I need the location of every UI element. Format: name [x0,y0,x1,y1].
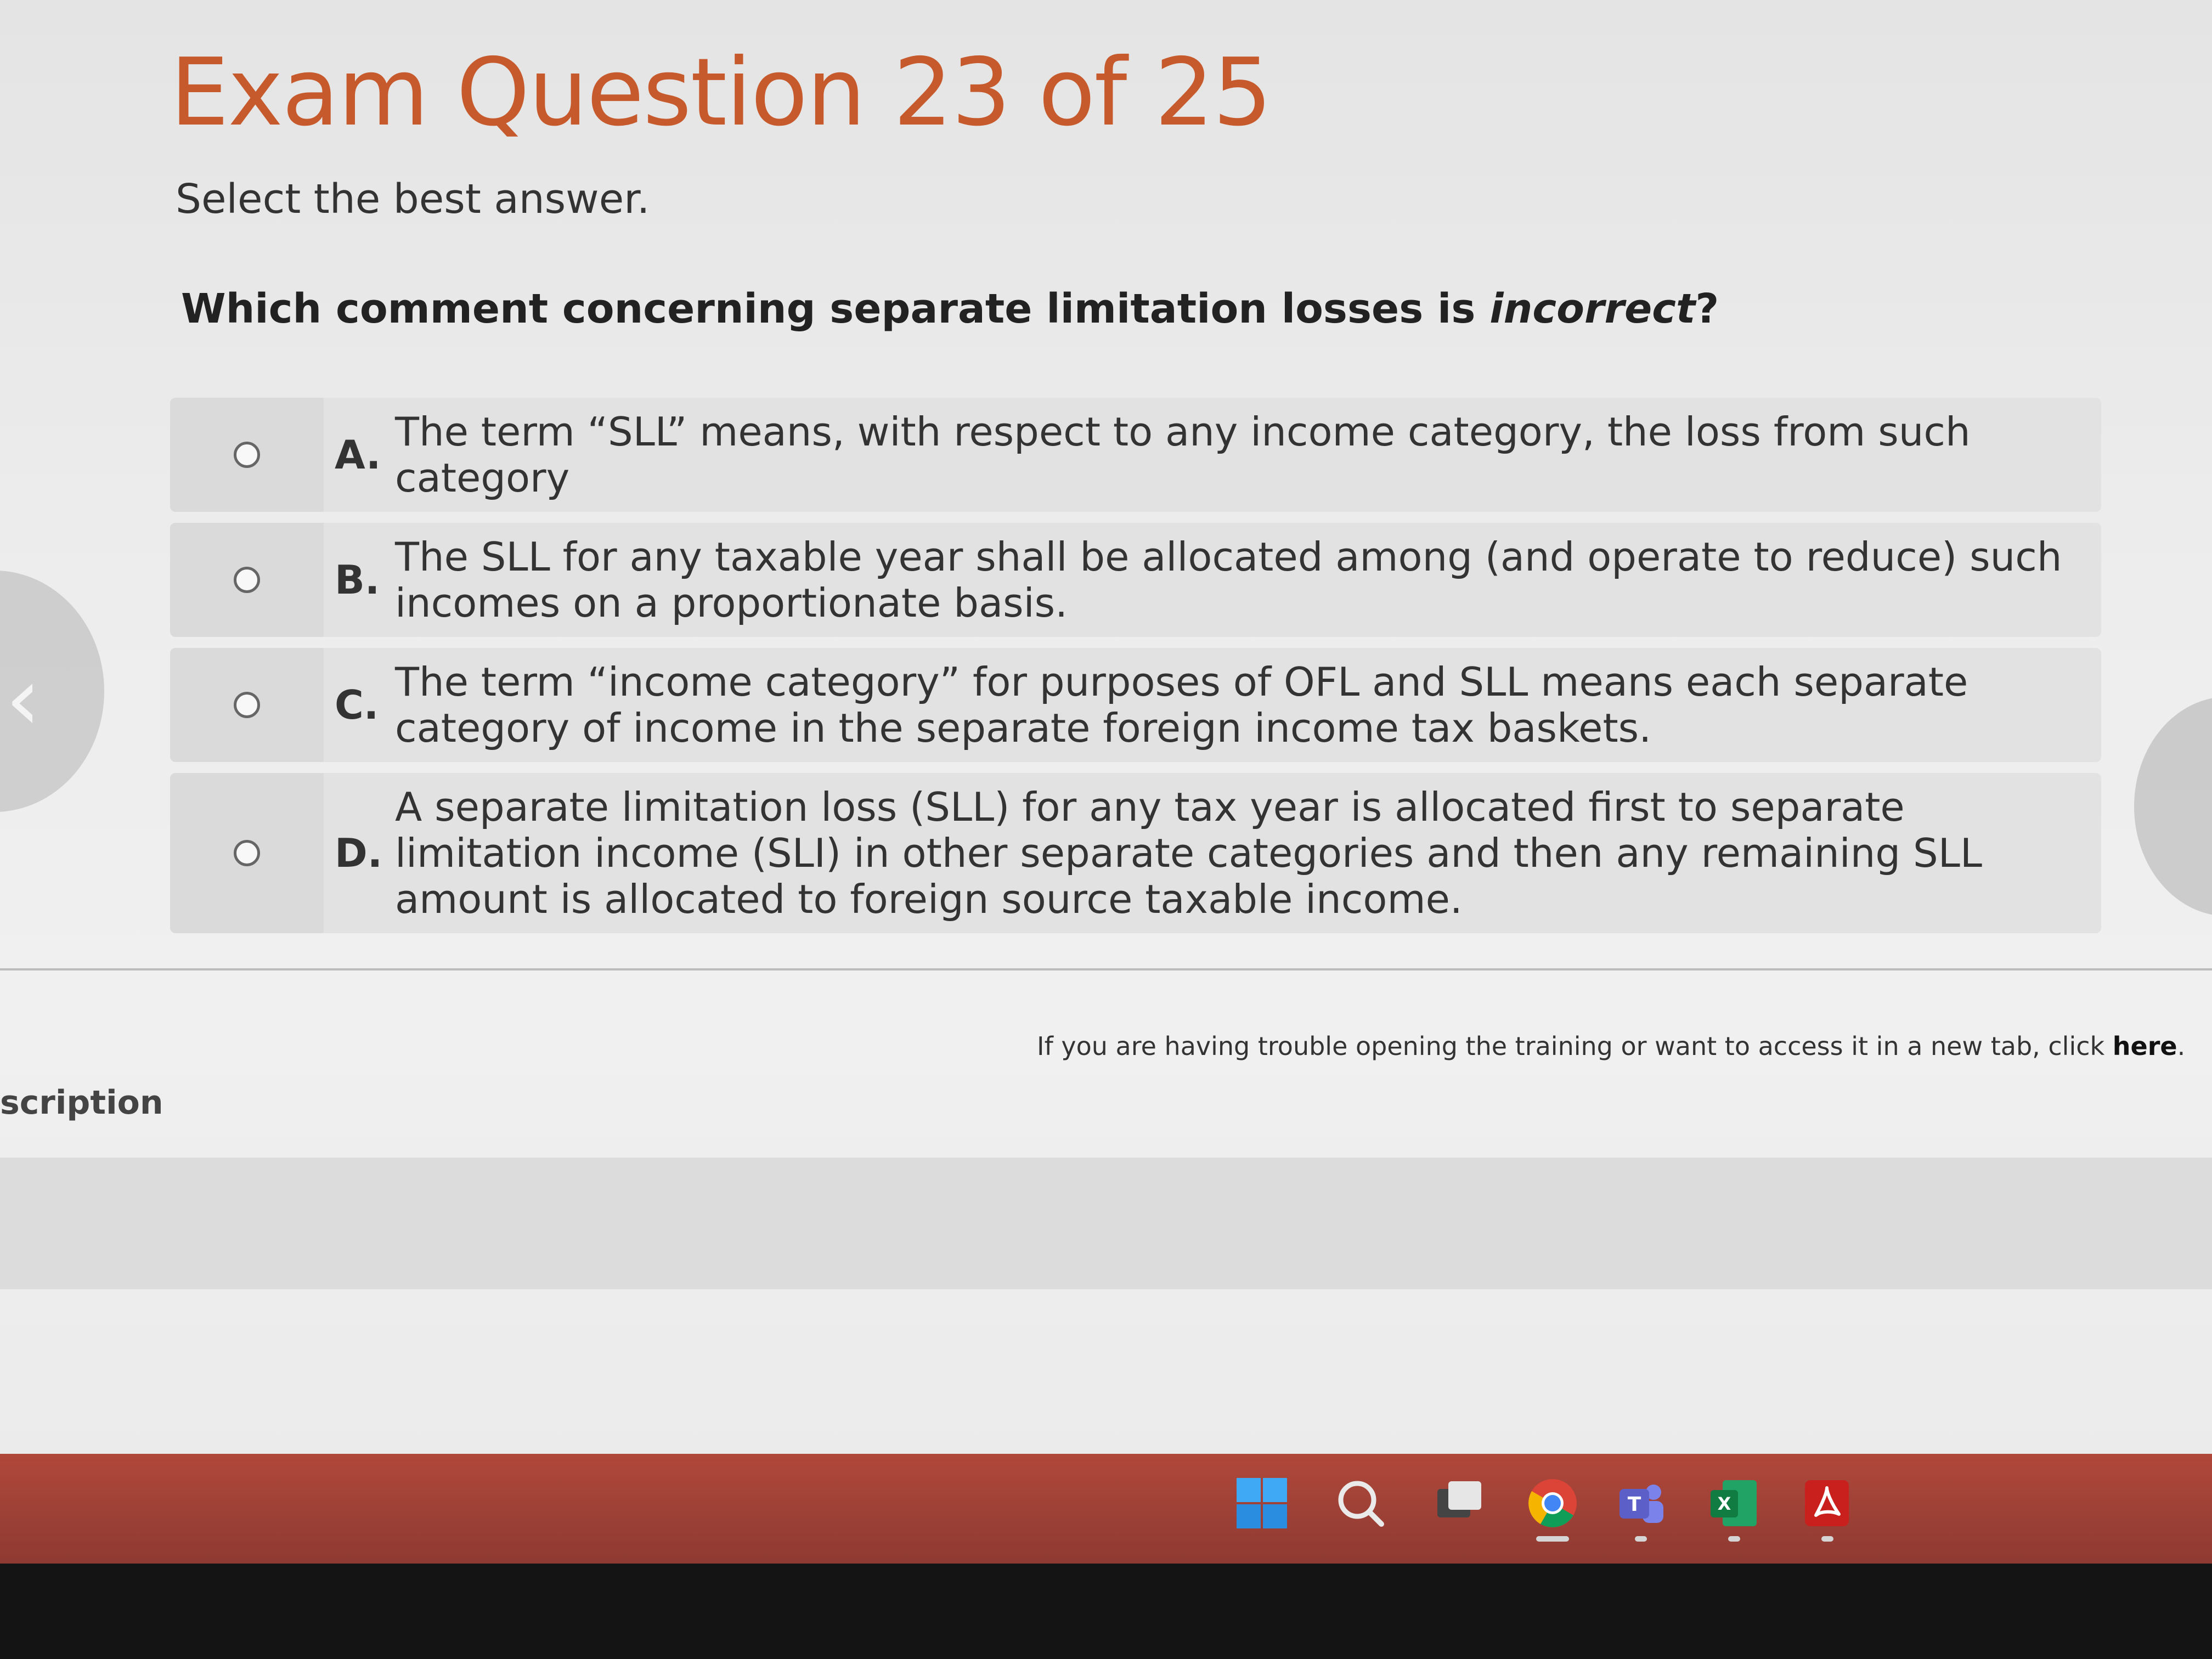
teams-icon[interactable]: T [1613,1476,1668,1531]
content-band [0,1158,2212,1289]
question-prefix: Which comment concerning separate limita… [181,285,1490,332]
next-question-button[interactable] [2134,697,2212,916]
question-emphasis: incorrect [1489,285,1696,332]
answer-text: The term “income category” for purposes … [395,659,1968,751]
description-heading: scription [0,1084,163,1122]
divider [0,968,2212,970]
answer-option-c[interactable]: C. The term “income category” for purpos… [170,648,2101,762]
task-view-icon[interactable] [1432,1476,1487,1531]
radio-cell [170,773,324,933]
instruction-text: Select the best answer. [176,176,650,223]
chrome-icon[interactable] [1525,1476,1580,1531]
question-text: Which comment concerning separate limita… [181,285,1719,332]
browser-page: Exam Question 23 of 25 Select the best a… [0,0,2212,1459]
trouble-opening-notice: If you are having trouble opening the tr… [1037,1031,2185,1061]
answer-letter: C. [335,682,379,728]
chevron-left-icon: ‹ [5,647,41,750]
screen-bezel [0,1564,2212,1659]
acrobat-icon[interactable] [1799,1476,1854,1531]
radio-button-c[interactable] [234,692,260,718]
answer-list: A. The term “SLL” means, with respect to… [170,398,2101,944]
teams-running-indicator [1635,1536,1647,1542]
acrobat-running-indicator [1821,1536,1833,1542]
trouble-text: If you are having trouble opening the tr… [1037,1031,2113,1061]
radio-cell [170,523,324,637]
answer-option-a[interactable]: A. The term “SLL” means, with respect to… [170,398,2101,512]
answer-letter: A. [335,432,381,478]
answer-text: A separate limitation loss (SLL) for any… [395,784,1982,922]
windows-start-icon[interactable] [1234,1476,1289,1531]
excel-running-indicator [1728,1536,1740,1542]
answer-option-b[interactable]: B. The SLL for any taxable year shall be… [170,523,2101,637]
answer-letter: B. [335,557,380,603]
answer-letter: D. [335,830,383,876]
radio-button-a[interactable] [234,442,260,468]
search-icon[interactable] [1333,1476,1388,1531]
question-suffix: ? [1695,285,1719,332]
answer-text: The term “SLL” means, with respect to an… [395,409,1971,501]
open-in-new-tab-link[interactable]: here [2113,1031,2177,1061]
svg-text:T: T [1628,1493,1641,1516]
radio-cell [170,648,324,762]
taskbar [0,1454,2212,1564]
radio-button-b[interactable] [234,567,260,593]
answer-text: The SLL for any taxable year shall be al… [395,534,2062,626]
svg-text:X: X [1718,1493,1731,1514]
exam-question-title: Exam Question 23 of 25 [170,38,1272,147]
chrome-active-indicator [1536,1536,1569,1542]
trouble-end: . [2177,1031,2186,1061]
excel-icon[interactable]: X [1706,1476,1761,1531]
radio-cell [170,398,324,512]
radio-button-d[interactable] [234,840,260,866]
answer-option-d[interactable]: D. A separate limitation loss (SLL) for … [170,773,2101,933]
